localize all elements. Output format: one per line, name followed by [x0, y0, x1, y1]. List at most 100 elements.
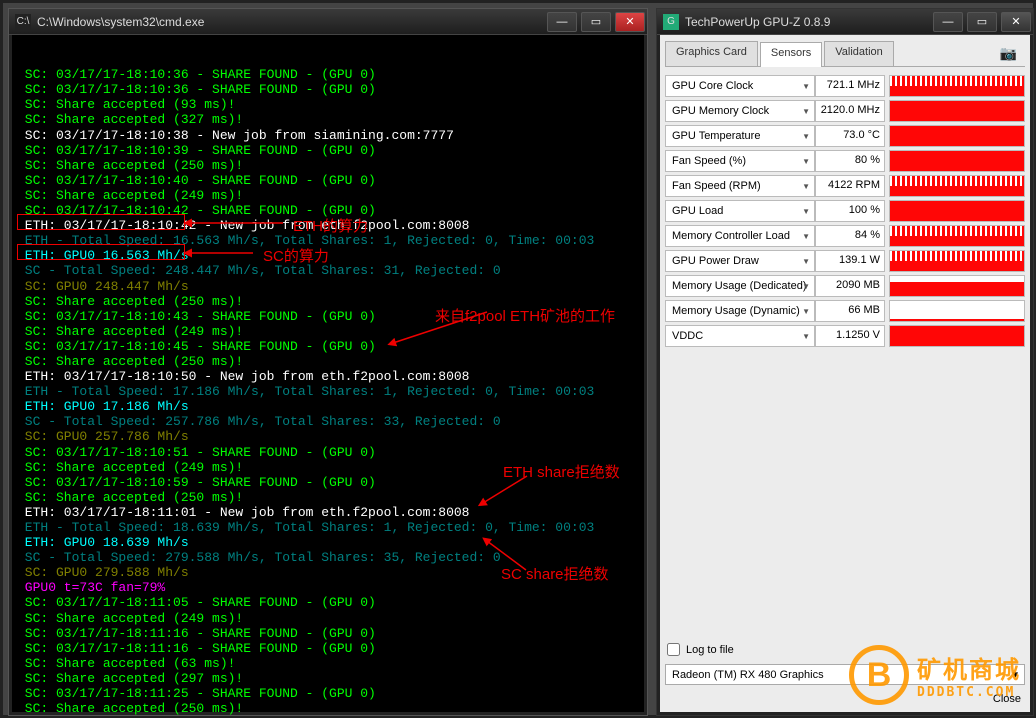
terminal-line: ETH: 03/17/17-18:10:42 - New job from et… — [17, 218, 639, 233]
sensor-graph — [889, 325, 1025, 347]
gpuz-window: G TechPowerUp GPU-Z 0.8.9 — ▭ ✕ Graphics… — [656, 8, 1034, 716]
terminal-line: SC: 03/17/17-18:10:39 - SHARE FOUND - (G… — [17, 143, 639, 158]
watermark-en: DDDBTC.COM — [917, 685, 1021, 700]
sensor-row: GPU Core Clock▼721.1 MHz — [665, 75, 1025, 97]
terminal-line: SC: 03/17/17-18:11:05 - SHARE FOUND - (G… — [17, 595, 639, 610]
chevron-down-icon: ▼ — [802, 82, 810, 91]
sensor-graph — [889, 250, 1025, 272]
sensor-label[interactable]: GPU Power Draw▼ — [665, 250, 815, 272]
terminal-line: ETH: 03/17/17-18:10:50 - New job from et… — [17, 369, 639, 384]
sensor-graph — [889, 150, 1025, 172]
sensor-value[interactable]: 2090 MB — [815, 275, 885, 297]
sensor-label[interactable]: Fan Speed (RPM)▼ — [665, 175, 815, 197]
sensor-row: Fan Speed (RPM)▼4122 RPM — [665, 175, 1025, 197]
sensor-label[interactable]: GPU Load▼ — [665, 200, 815, 222]
maximize-button[interactable]: ▭ — [967, 12, 997, 32]
log-to-file-label: Log to file — [686, 644, 734, 656]
gpuz-icon: G — [663, 14, 679, 30]
gpu-name: Radeon (TM) RX 480 Graphics — [672, 669, 824, 681]
chevron-down-icon: ▼ — [802, 282, 810, 291]
sensor-graph — [889, 300, 1025, 322]
sensor-row: GPU Power Draw▼139.1 W — [665, 250, 1025, 272]
terminal-line: SC: GPU0 248.447 Mh/s — [17, 279, 639, 294]
sensor-label[interactable]: VDDC▼ — [665, 325, 815, 347]
terminal-line: SC: Share accepted (250 ms)! — [17, 158, 639, 173]
close-button[interactable]: ✕ — [615, 12, 645, 32]
sensor-graph — [889, 100, 1025, 122]
terminal-line: SC: GPU0 279.588 Mh/s — [17, 565, 639, 580]
terminal-line: ETH: 03/17/17-18:11:01 - New job from et… — [17, 505, 639, 520]
terminal-line: SC: Share accepted (250 ms)! — [17, 294, 639, 309]
screenshot-icon[interactable]: 📷 — [992, 41, 1025, 66]
maximize-button[interactable]: ▭ — [581, 12, 611, 32]
chevron-down-icon: ▼ — [802, 132, 810, 141]
log-to-file-checkbox[interactable] — [667, 643, 680, 656]
close-button[interactable]: ✕ — [1001, 12, 1031, 32]
cmd-titlebar[interactable]: C:\ C:\Windows\system32\cmd.exe — ▭ ✕ — [9, 9, 647, 35]
sensor-row: Fan Speed (%)▼80 % — [665, 150, 1025, 172]
sensor-value[interactable]: 139.1 W — [815, 250, 885, 272]
sensor-value[interactable]: 4122 RPM — [815, 175, 885, 197]
chevron-down-icon: ▼ — [802, 232, 810, 241]
terminal-line: SC: Share accepted (249 ms)! — [17, 611, 639, 626]
terminal-line: SC: Share accepted (250 ms)! — [17, 701, 639, 716]
terminal-line: SC: Share accepted (63 ms)! — [17, 656, 639, 671]
terminal-line: ETH: GPU0 18.639 Mh/s — [17, 535, 639, 550]
sensor-value[interactable]: 1.1250 V — [815, 325, 885, 347]
terminal-output[interactable]: SC: 03/17/17-18:10:36 - SHARE FOUND - (G… — [9, 35, 647, 718]
sensor-graph — [889, 200, 1025, 222]
gpuz-title: TechPowerUp GPU-Z 0.8.9 — [685, 15, 931, 29]
terminal-line: SC: Share accepted (327 ms)! — [17, 112, 639, 127]
sensor-value[interactable]: 66 MB — [815, 300, 885, 322]
chevron-down-icon: ▼ — [802, 207, 810, 216]
sensor-value[interactable]: 2120.0 MHz — [815, 100, 885, 122]
sensor-label[interactable]: Memory Controller Load▼ — [665, 225, 815, 247]
terminal-line: ETH - Total Speed: 18.639 Mh/s, Total Sh… — [17, 520, 639, 535]
sensor-label[interactable]: Memory Usage (Dedicated)▼ — [665, 275, 815, 297]
chevron-down-icon: ▼ — [802, 182, 810, 191]
terminal-line: SC - Total Speed: 248.447 Mh/s, Total Sh… — [17, 263, 639, 278]
terminal-line: SC: 03/17/17-18:10:38 - New job from sia… — [17, 128, 639, 143]
terminal-line: SC: 03/17/17-18:10:51 - SHARE FOUND - (G… — [17, 445, 639, 460]
sensor-value[interactable]: 73.0 °C — [815, 125, 885, 147]
terminal-line: SC: 03/17/17-18:10:36 - SHARE FOUND - (G… — [17, 82, 639, 97]
terminal-line: SC: 03/17/17-18:10:40 - SHARE FOUND - (G… — [17, 173, 639, 188]
terminal-line: SC: Share accepted (249 ms)! — [17, 324, 639, 339]
tab-graphics-card[interactable]: Graphics Card — [665, 41, 758, 66]
sensor-row: GPU Temperature▼73.0 °C — [665, 125, 1025, 147]
gpuz-titlebar[interactable]: G TechPowerUp GPU-Z 0.8.9 — ▭ ✕ — [657, 9, 1033, 35]
sensor-label[interactable]: GPU Memory Clock▼ — [665, 100, 815, 122]
sensor-value[interactable]: 100 % — [815, 200, 885, 222]
sensor-row: Memory Usage (Dedicated)▼2090 MB — [665, 275, 1025, 297]
terminal-line: ETH - Total Speed: 17.186 Mh/s, Total Sh… — [17, 384, 639, 399]
minimize-button[interactable]: — — [933, 12, 963, 32]
sensor-row: VDDC▼1.1250 V — [665, 325, 1025, 347]
sensor-value[interactable]: 84 % — [815, 225, 885, 247]
sensor-label[interactable]: GPU Core Clock▼ — [665, 75, 815, 97]
minimize-button[interactable]: — — [547, 12, 577, 32]
terminal-line: SC: GPU0 257.786 Mh/s — [17, 429, 639, 444]
terminal-line: ETH: GPU0 16.563 Mh/s — [17, 248, 639, 263]
terminal-line: GPU0 t=73C fan=79% — [17, 580, 639, 595]
terminal-line: SC: Share accepted (93 ms)! — [17, 97, 639, 112]
tab-validation[interactable]: Validation — [824, 41, 894, 66]
chevron-down-icon: ▼ — [802, 307, 810, 316]
sensor-label[interactable]: Fan Speed (%)▼ — [665, 150, 815, 172]
tab-sensors[interactable]: Sensors — [760, 42, 822, 67]
chevron-down-icon: ▼ — [802, 157, 810, 166]
terminal-line: SC: 03/17/17-18:10:59 - SHARE FOUND - (G… — [17, 475, 639, 490]
sensor-value[interactable]: 721.1 MHz — [815, 75, 885, 97]
terminal-line: SC: 03/17/17-18:10:43 - SHARE FOUND - (G… — [17, 309, 639, 324]
chevron-down-icon: ▼ — [802, 332, 810, 341]
cmd-title: C:\Windows\system32\cmd.exe — [37, 15, 545, 29]
sensor-label[interactable]: Memory Usage (Dynamic)▼ — [665, 300, 815, 322]
terminal-line: ETH: GPU0 17.186 Mh/s — [17, 399, 639, 414]
sensor-value[interactable]: 80 % — [815, 150, 885, 172]
cmd-icon: C:\ — [15, 14, 31, 30]
terminal-line: SC: 03/17/17-18:11:16 - SHARE FOUND - (G… — [17, 641, 639, 656]
sensor-graph — [889, 225, 1025, 247]
terminal-line: SC: Share accepted (249 ms)! — [17, 188, 639, 203]
sensor-row: GPU Memory Clock▼2120.0 MHz — [665, 100, 1025, 122]
terminal-line: ETH - Total Speed: 16.563 Mh/s, Total Sh… — [17, 233, 639, 248]
sensor-label[interactable]: GPU Temperature▼ — [665, 125, 815, 147]
